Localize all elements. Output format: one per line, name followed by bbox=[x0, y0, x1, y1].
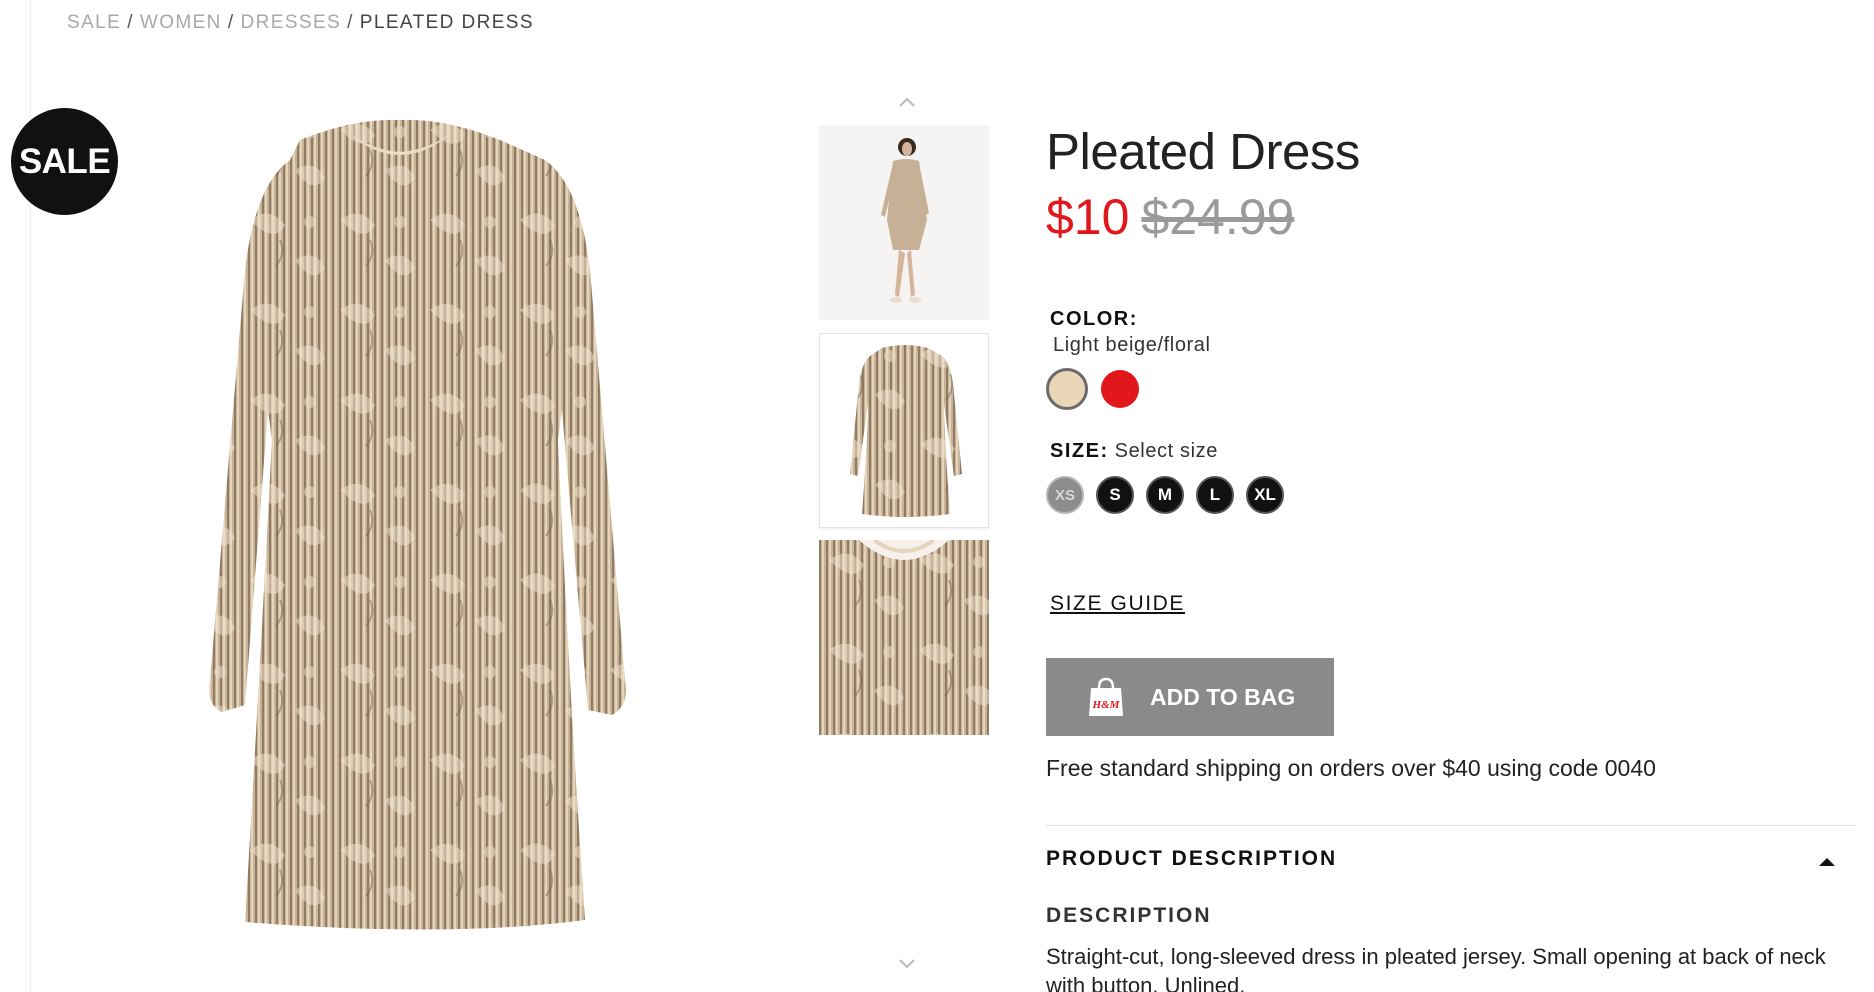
thumbnail-model-front[interactable] bbox=[819, 125, 989, 320]
breadcrumb-link-sale[interactable]: SALE bbox=[67, 12, 121, 33]
size-row: SIZE: Select size bbox=[1050, 440, 1218, 463]
section-divider bbox=[1046, 825, 1856, 826]
shopping-bag-icon: H&M bbox=[1089, 677, 1123, 716]
breadcrumb-separator: / bbox=[347, 12, 354, 33]
product-title: Pleated Dress bbox=[1046, 123, 1360, 180]
sale-badge: SALE bbox=[11, 108, 118, 215]
chevron-up-icon[interactable] bbox=[898, 96, 916, 108]
breadcrumb-separator: / bbox=[127, 12, 134, 33]
model-illustration bbox=[819, 125, 989, 320]
selected-color-name: Light beige/floral bbox=[1053, 334, 1211, 356]
original-price: $24.99 bbox=[1141, 189, 1295, 245]
breadcrumb: SALE / WOMEN / DRESSES / PLEATED DRESS bbox=[67, 12, 534, 34]
breadcrumb-link-dresses[interactable]: DRESSES bbox=[241, 12, 342, 33]
caret-up-icon[interactable] bbox=[1818, 854, 1836, 872]
thumbnail-dress-front[interactable] bbox=[819, 333, 989, 528]
size-option-xs[interactable]: XS bbox=[1046, 476, 1084, 514]
add-to-bag-label: ADD TO BAG bbox=[1150, 683, 1296, 710]
breadcrumb-current: PLEATED DRESS bbox=[359, 12, 534, 33]
size-option-s[interactable]: S bbox=[1096, 476, 1134, 514]
color-label: COLOR: bbox=[1050, 308, 1138, 330]
size-option-l[interactable]: L bbox=[1196, 476, 1234, 514]
size-option-xl[interactable]: XL bbox=[1246, 476, 1284, 514]
color-swatch-beige[interactable] bbox=[1046, 368, 1088, 410]
size-label: SIZE: bbox=[1050, 440, 1109, 462]
size-option-m[interactable]: M bbox=[1146, 476, 1184, 514]
bag-logo-text: H&M bbox=[1092, 699, 1121, 711]
description-title: DESCRIPTION bbox=[1046, 904, 1212, 927]
sale-price: $10 bbox=[1046, 189, 1130, 245]
description-text: Straight-cut, long-sleeved dress in plea… bbox=[1046, 944, 1826, 992]
chevron-down-icon[interactable] bbox=[898, 954, 916, 974]
thumbnail-dress-detail[interactable] bbox=[819, 540, 989, 735]
color-swatch-red[interactable] bbox=[1101, 370, 1139, 408]
dress-thumbnail-illustration bbox=[820, 334, 988, 527]
product-description-header[interactable]: PRODUCT DESCRIPTION bbox=[1046, 847, 1337, 871]
size-guide-link[interactable]: SIZE GUIDE bbox=[1050, 592, 1185, 616]
detail-thumbnail-illustration bbox=[819, 540, 989, 735]
breadcrumb-separator: / bbox=[227, 12, 235, 33]
price-block: $10 $24.99 bbox=[1046, 188, 1294, 246]
dress-illustration bbox=[209, 119, 627, 930]
size-hint: Select size bbox=[1114, 440, 1218, 462]
shipping-info: Free standard shipping on orders over $4… bbox=[1046, 755, 1656, 781]
main-product-image[interactable] bbox=[150, 110, 690, 950]
add-to-bag-button[interactable]: H&M ADD TO BAG bbox=[1046, 658, 1334, 736]
breadcrumb-link-women[interactable]: WOMEN bbox=[140, 12, 222, 33]
